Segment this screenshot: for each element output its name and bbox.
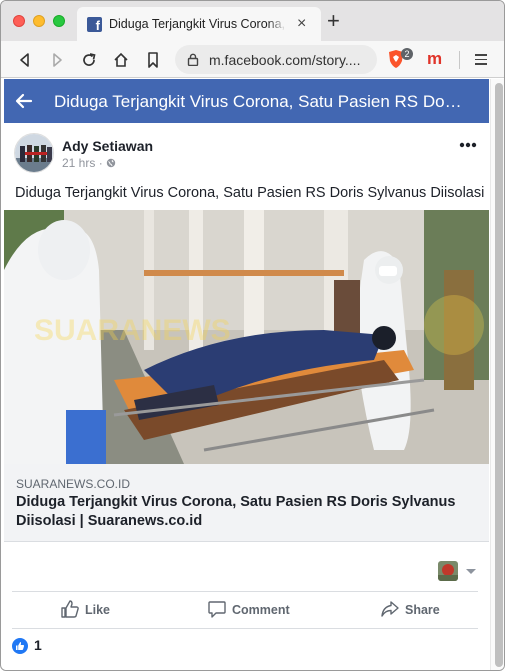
post-text: Diduga Terjangkit Virus Corona, Satu Pas… [15, 185, 485, 201]
back-arrow-icon[interactable] [14, 91, 34, 111]
menu-icon[interactable] [475, 54, 487, 68]
back-icon[interactable] [15, 50, 35, 70]
facebook-icon: f [87, 17, 102, 32]
like-reaction-icon [12, 638, 28, 654]
scrollbar-thumb[interactable] [495, 83, 503, 667]
new-tab-icon[interactable]: + [327, 10, 340, 32]
browser-window: f Diduga Terjangkit Virus Corona, Satu P… [0, 0, 505, 671]
tab-title: Diduga Terjangkit Virus Corona, Satu Pas… [109, 17, 285, 31]
avatar[interactable] [14, 133, 54, 173]
like-count: 1 [34, 637, 42, 653]
minimize-window-button[interactable] [33, 15, 45, 27]
post-time[interactable]: 21 hrs [62, 156, 95, 170]
share-icon [381, 601, 399, 617]
title-bar: f Diduga Terjangkit Virus Corona, Satu P… [1, 1, 504, 41]
link-title[interactable]: Diduga Terjangkit Virus Corona, Satu Pas… [16, 493, 471, 531]
close-window-button[interactable] [13, 15, 25, 27]
link-preview-image[interactable]: SUARANEWS [4, 210, 489, 464]
post-container: Ady Setiawan 21 hrs · Diduga Terjangkit … [4, 123, 489, 670]
tab-close-icon[interactable]: × [297, 15, 306, 33]
comment-icon [208, 601, 226, 618]
url-text: m.facebook.com/story.... [209, 52, 361, 68]
chevron-down-icon[interactable] [466, 569, 476, 574]
globe-icon [106, 158, 116, 168]
avatar-image [15, 134, 53, 172]
brave-badge: 2 [401, 48, 413, 60]
home-icon[interactable] [111, 50, 131, 70]
post-meta: 21 hrs · [62, 156, 116, 170]
browser-toolbar: m.facebook.com/story.... 2 m [1, 41, 504, 78]
lock-icon [187, 53, 199, 66]
meta-separator: · [98, 156, 103, 170]
more-options-icon[interactable] [458, 137, 478, 153]
reactor-avatar[interactable] [438, 561, 458, 581]
bookmark-icon[interactable] [143, 50, 163, 70]
link-domain: SUARANEWS.CO.ID [16, 477, 131, 491]
browser-tab[interactable]: f Diduga Terjangkit Virus Corona, Satu P… [77, 7, 321, 41]
hospital-photo: SUARANEWS [4, 210, 489, 464]
author-name[interactable]: Ady Setiawan [62, 138, 153, 154]
address-bar[interactable]: m.facebook.com/story.... [175, 45, 377, 74]
header-title: Diduga Terjangkit Virus Corona, Satu Pas… [54, 92, 462, 111]
like-icon [61, 600, 79, 618]
extension-m-icon[interactable]: m [427, 49, 442, 69]
svg-text:SUARANEWS: SUARANEWS [34, 314, 231, 347]
post-actions: Like Comment Share [12, 591, 478, 629]
facebook-header: Diduga Terjangkit Virus Corona, Satu Pas… [4, 79, 489, 123]
zoom-window-button[interactable] [53, 15, 65, 27]
scrollbar[interactable] [490, 79, 504, 670]
link-preview[interactable]: SUARANEWS.CO.ID Diduga Terjangkit Virus … [4, 464, 489, 542]
forward-icon[interactable] [47, 50, 67, 70]
reload-icon[interactable] [79, 50, 99, 70]
